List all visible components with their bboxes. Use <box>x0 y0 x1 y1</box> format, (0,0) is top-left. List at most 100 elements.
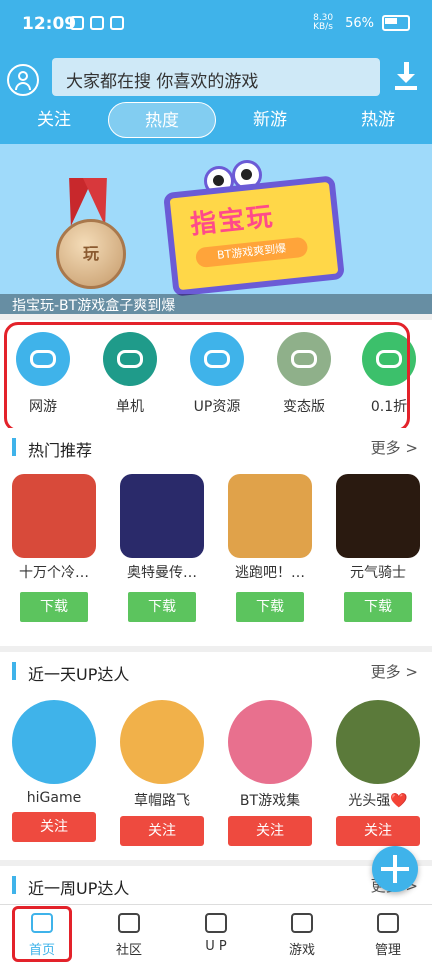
section-accent <box>12 876 16 894</box>
section-header: 热门推荐 更多 > <box>0 428 432 468</box>
promo-banner[interactable]: 玩 指宝玩 BT游戏爽到爆 指宝玩-BT游戏盒子爽到爆 <box>0 144 432 314</box>
price-tag-icon <box>362 332 416 386</box>
follow-button[interactable]: 关注 <box>228 816 312 846</box>
category-online-games[interactable]: 网游 <box>0 332 86 416</box>
gamepad-icon <box>16 332 70 386</box>
up-user-card[interactable]: 光头强❤️ 关注 <box>328 700 428 846</box>
up-user-card[interactable]: hiGame 关注 <box>4 700 104 842</box>
follow-button[interactable]: 关注 <box>120 816 204 846</box>
nav-label: 游戏 <box>288 943 315 958</box>
banner-caption-bar: 指宝玩-BT游戏盒子爽到爆 <box>0 294 432 314</box>
banner-subtitle: BT游戏爽到爆 <box>194 236 309 269</box>
up-user-card[interactable]: BT游戏集 关注 <box>220 700 320 846</box>
game-name: 奥特曼传… <box>127 565 197 581</box>
up-week-section: 近一周UP达人 更多 > <box>0 866 432 906</box>
user-name: hiGame <box>26 790 82 806</box>
app-notification-icon <box>90 16 104 30</box>
category-up-resources[interactable]: UP资源 <box>174 332 260 416</box>
nav-label: 管理 <box>374 943 401 958</box>
download-button[interactable]: 下载 <box>236 592 304 622</box>
follow-button[interactable]: 关注 <box>336 816 420 846</box>
game-name: 元气骑士 <box>350 565 406 581</box>
network-speed: 8.30 KB/s <box>313 13 334 32</box>
clock: 12:09 <box>22 14 77 34</box>
download-button[interactable]: 下载 <box>128 592 196 622</box>
up-icon <box>205 913 227 933</box>
nav-label: U P <box>205 939 227 954</box>
status-bar: 12:09 8.30 KB/s 56% <box>0 0 432 52</box>
game-card[interactable]: 十万个冷… 下载 <box>6 474 102 622</box>
game-card[interactable]: 元气骑士 下载 <box>330 474 426 622</box>
tab-popular-games[interactable]: 热游 <box>338 102 418 138</box>
share-icon <box>190 332 244 386</box>
download-button[interactable]: 下载 <box>20 592 88 622</box>
app-notification-icon <box>70 16 84 30</box>
category-label: 0.1折 <box>370 399 408 415</box>
top-tabs: 关注 热度 新游 热游 <box>0 102 432 138</box>
section-title: 热门推荐 <box>28 441 93 460</box>
banner-title: 指宝玩 <box>188 201 276 241</box>
system-indicators: 8.30 KB/s 56% <box>313 14 410 32</box>
nav-up[interactable]: U P <box>186 913 246 954</box>
joystick-icon <box>103 332 157 386</box>
category-discount[interactable]: 0.1折 <box>346 332 432 416</box>
battery-percent: 56% <box>345 15 374 31</box>
notification-icons <box>70 16 124 30</box>
category-single-player[interactable]: 单机 <box>87 332 173 416</box>
nav-manage[interactable]: 管理 <box>358 913 418 958</box>
more-link[interactable]: 更多 > <box>371 437 418 458</box>
app-notification-icon <box>110 16 124 30</box>
nav-community[interactable]: 社区 <box>99 913 159 958</box>
game-name: 逃跑吧！… <box>235 565 305 581</box>
user-name: BT游戏集 <box>239 793 301 809</box>
add-fab-button[interactable] <box>372 846 418 892</box>
game-thumbnail[interactable] <box>120 474 204 558</box>
game-thumbnail[interactable] <box>12 474 96 558</box>
header: 大家都在搜 你喜欢的游戏 关注 热度 新游 热游 <box>0 52 432 144</box>
battery-icon <box>382 15 410 31</box>
user-avatar[interactable] <box>12 700 96 784</box>
user-name: 光头强❤️ <box>348 793 408 809</box>
more-link[interactable]: 更多 > <box>371 661 418 682</box>
medal-icon: 玩 <box>56 219 126 289</box>
search-box[interactable]: 大家都在搜 你喜欢的游戏 <box>52 58 380 96</box>
section-accent <box>12 438 16 456</box>
manage-icon <box>377 913 399 933</box>
tab-follow[interactable]: 关注 <box>14 102 94 138</box>
nav-games[interactable]: 游戏 <box>272 913 332 958</box>
section-title: 近一周UP达人 <box>28 879 130 898</box>
banner-sign: 指宝玩 BT游戏爽到爆 <box>163 175 345 297</box>
tab-new-games[interactable]: 新游 <box>230 102 310 138</box>
section-header: 近一天UP达人 更多 > <box>0 652 432 692</box>
tab-hot[interactable]: 热度 <box>108 102 216 138</box>
follow-button[interactable]: 关注 <box>12 812 96 842</box>
game-card[interactable]: 逃跑吧！… 下载 <box>222 474 318 622</box>
category-label: 单机 <box>116 399 144 415</box>
user-avatar-icon[interactable] <box>7 64 39 96</box>
up-user-card[interactable]: 草帽路飞 关注 <box>112 700 212 846</box>
bt-gamepad-icon <box>277 332 331 386</box>
category-row: 网游 单机 UP资源 变态版 0.1折 <box>0 320 432 430</box>
user-avatar[interactable] <box>336 700 420 784</box>
community-icon <box>118 913 140 933</box>
game-thumbnail[interactable] <box>336 474 420 558</box>
section-title: 近一天UP达人 <box>28 665 130 684</box>
category-modded[interactable]: 变态版 <box>261 332 347 416</box>
game-card[interactable]: 奥特曼传… 下载 <box>114 474 210 622</box>
game-thumbnail[interactable] <box>228 474 312 558</box>
gamepad-icon <box>291 913 313 933</box>
user-avatar[interactable] <box>120 700 204 784</box>
user-name: 草帽路飞 <box>134 793 190 809</box>
category-label: UP资源 <box>193 399 241 415</box>
download-icon[interactable] <box>395 62 417 90</box>
highlight-frame <box>12 906 72 962</box>
up-day-section: 近一天UP达人 更多 > hiGame 关注 草帽路飞 关注 BT游戏集 关注 … <box>0 652 432 860</box>
section-header: 近一周UP达人 更多 > <box>0 866 432 906</box>
nav-label: 社区 <box>115 943 142 958</box>
category-label: 网游 <box>29 399 57 415</box>
hot-section: 热门推荐 更多 > 十万个冷… 下载 奥特曼传… 下载 逃跑吧！… 下载 元气骑… <box>0 428 432 646</box>
download-button[interactable]: 下载 <box>344 592 412 622</box>
user-avatar[interactable] <box>228 700 312 784</box>
category-label: 变态版 <box>283 399 325 415</box>
search-placeholder: 大家都在搜 你喜欢的游戏 <box>66 72 259 92</box>
